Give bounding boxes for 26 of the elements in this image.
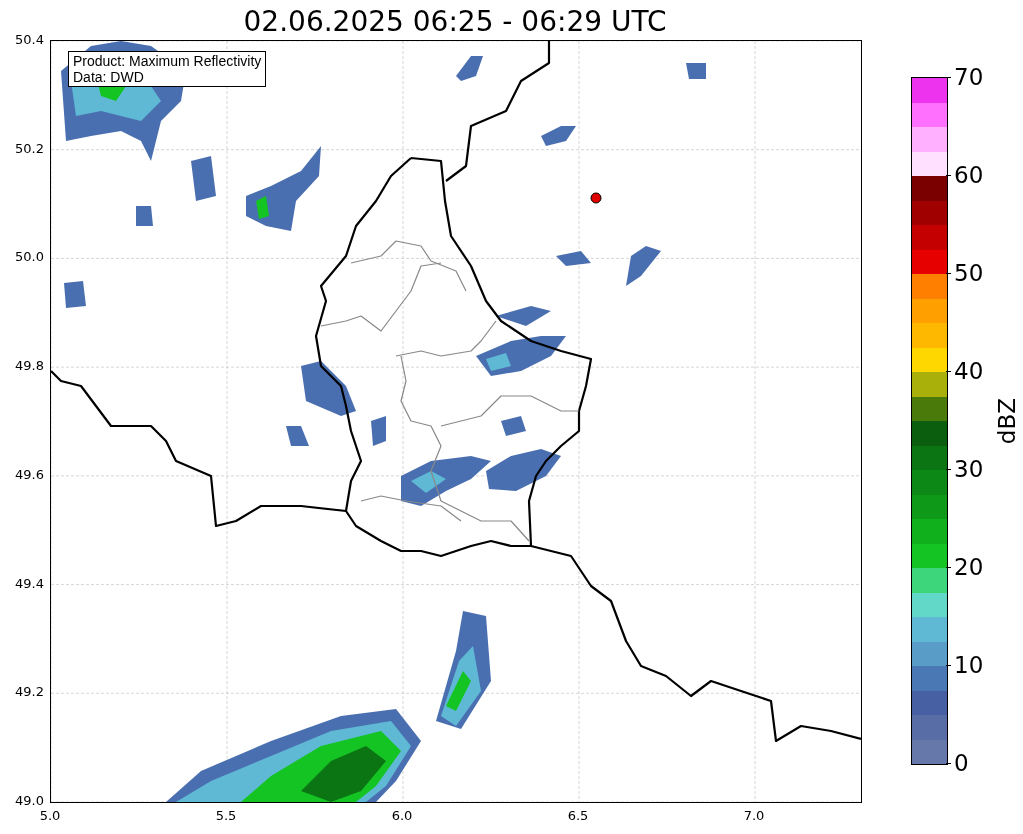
axis-tick-label: 49.2 bbox=[14, 684, 44, 701]
axis-tick-label: 5.0 bbox=[38, 808, 62, 824]
location-marker bbox=[590, 192, 602, 204]
axis-tick-label: 49.0 bbox=[14, 793, 44, 809]
axis-tick-label: 50.0 bbox=[14, 249, 44, 266]
colorbar-tick-label: 20 bbox=[954, 554, 984, 580]
axis-tick-label: 49.4 bbox=[14, 575, 44, 592]
colorbar-tick-label: 30 bbox=[954, 456, 984, 482]
axis-tick-label: 49.8 bbox=[14, 358, 44, 375]
chart-title: 02.06.2025 06:25 - 06:29 UTC bbox=[242, 4, 668, 40]
colorbar-tick-label: 70 bbox=[954, 64, 984, 90]
axis-tick-label: 6.0 bbox=[390, 808, 414, 824]
info-text: Data: DWD bbox=[73, 69, 145, 85]
colorbar-tick-label: 10 bbox=[954, 652, 984, 678]
axis-tick-label: 5.5 bbox=[214, 808, 238, 824]
axis-tick-label: 49.6 bbox=[14, 466, 44, 483]
colorbar-label: dBZ bbox=[994, 398, 1020, 445]
colorbar-tick-label: 0 bbox=[954, 750, 969, 776]
axis-tick-label: 7.0 bbox=[742, 808, 766, 824]
axis-tick-label: 50.4 bbox=[14, 32, 44, 48]
colorbar-tick-label: 60 bbox=[954, 162, 984, 188]
colorbar-tick-label: 40 bbox=[954, 358, 984, 384]
axis-tick-label: 6.5 bbox=[566, 808, 590, 824]
info-text: Product: Maximum Reflectivity bbox=[73, 53, 262, 69]
colorbar-tick-label: 50 bbox=[954, 260, 984, 286]
axis-tick-label: 50.2 bbox=[14, 140, 44, 157]
